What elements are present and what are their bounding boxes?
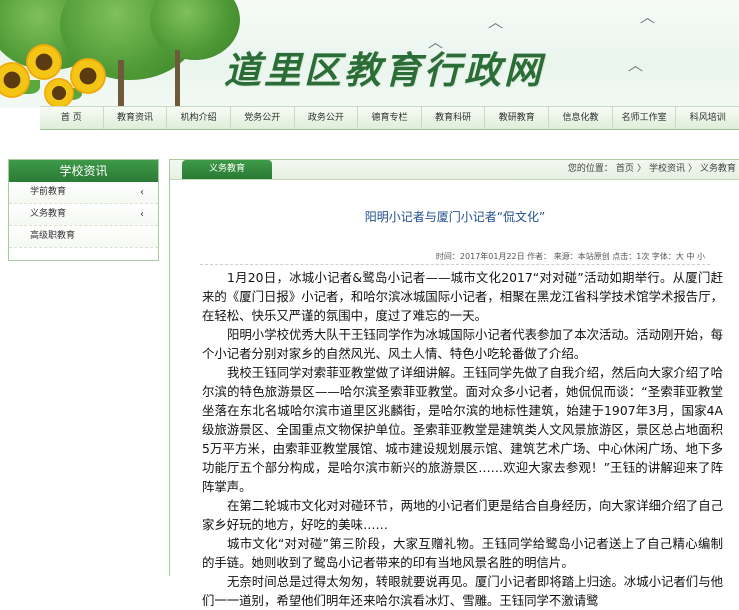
chevron-left-icon: ‹ — [140, 187, 144, 198]
nav-item-home[interactable]: 首 页 — [40, 107, 104, 129]
breadcrumb-section[interactable]: 学校资讯 — [649, 164, 685, 174]
article-title: 阳明小记者与厦门小记者“侃文化” — [364, 210, 546, 224]
breadcrumb-separator: 〉 — [687, 164, 697, 174]
nav-item-moral-education[interactable]: 德育专栏 — [358, 107, 422, 129]
article-paragraph: 阳明小学校优秀大队干王钰同学作为冰城国际小记者代表参加了本次活动。活动刚开始，每… — [202, 327, 723, 361]
article-paragraph: 无奈时间总是过得太匆匆，转眼就要说再见。厦门小记者即将踏上归途。冰城小记者们与他… — [202, 574, 723, 608]
nav-item-government-affairs[interactable]: 政务公开 — [295, 107, 359, 129]
breadcrumb-home[interactable]: 首页 — [616, 164, 634, 174]
breadcrumb-current[interactable]: 义务教育 — [700, 164, 736, 174]
banner-tree-trunk — [118, 60, 124, 108]
site-banner: ︿ ︿ ︿ ︿ 道里区教育行政网 — [0, 0, 739, 108]
content-header: 义务教育 您的位置： 首页〉学校资讯〉义务教育 — [170, 160, 739, 180]
sidebar-item-vocational[interactable]: 高级职教育 — [9, 226, 158, 248]
nav-item-master-teacher[interactable]: 名师工作室 — [613, 107, 677, 129]
sidebar-item-label: 学前教育 — [30, 187, 67, 197]
sidebar-item-preschool[interactable]: 学前教育 ‹ — [9, 182, 158, 204]
nav-item-teaching-research[interactable]: 教研教育 — [485, 107, 550, 129]
main-nav: 首 页 教育资讯 机构介绍 党务公开 政务公开 德育专栏 教育科研 教研教育 信… — [40, 106, 739, 130]
seagull-icon: ︿ — [640, 8, 656, 26]
article-paragraph: 我校王钰同学对索菲亚教堂做了详细讲解。王钰同学先做了自我介绍，然后向大家介绍了哈… — [202, 365, 723, 494]
article-meta: 时间：2017年01月22日 作者： 来源：本站原创 点击：1次 字体：大 中 … — [435, 252, 705, 261]
chevron-left-icon: ‹ — [140, 209, 144, 220]
main-content: 义务教育 您的位置： 首页〉学校资讯〉义务教育 阳明小记者与厦门小记者“侃文化” … — [169, 159, 739, 608]
breadcrumb: 您的位置： 首页〉学校资讯〉义务教育 — [565, 160, 736, 179]
nav-item-institutions[interactable]: 机构介绍 — [167, 107, 231, 129]
breadcrumb-prefix: 您的位置： — [567, 164, 613, 174]
sunflower-decoration — [44, 78, 74, 108]
sidebar: 学校资讯 学前教育 ‹ 义务教育 ‹ 高级职教育 — [8, 159, 159, 261]
banner-tree-trunk — [175, 50, 180, 108]
site-title: 道里区教育行政网 — [224, 48, 544, 92]
meta-divider — [200, 264, 710, 265]
sidebar-item-label: 高级职教育 — [30, 231, 76, 241]
sidebar-item-compulsory[interactable]: 义务教育 ‹ — [9, 204, 158, 226]
nav-item-education-news[interactable]: 教育资讯 — [104, 107, 168, 129]
breadcrumb-separator: 〉 — [636, 164, 646, 174]
sunflower-decoration — [26, 44, 62, 80]
nav-item-training[interactable]: 科风培训 — [676, 107, 739, 129]
tab-compulsory-education[interactable]: 义务教育 — [182, 160, 272, 179]
nav-item-informatization[interactable]: 信息化教 — [549, 107, 613, 129]
article-paragraph: 1月20日，冰城小记者&鹭岛小记者——城市文化2017“对对碰”活动如期举行。从… — [202, 270, 723, 323]
article-paragraph: 在第二轮城市文化对对碰环节，两地的小记者们更是结合自身经历，向大家详细介绍了自己… — [202, 498, 723, 532]
sunflower-decoration — [70, 58, 106, 94]
article-paragraph: 城市文化“对对碰”第三阶段，大家互赠礼物。王钰同学给鹭岛小记者送上了自己精心编制… — [202, 536, 723, 570]
seagull-icon: ︿ — [628, 56, 644, 74]
seagull-icon: ︿ — [488, 13, 504, 31]
article-body: 1月20日，冰城小记者&鹭岛小记者——城市文化2017“对对碰”活动如期举行。从… — [202, 268, 723, 610]
sidebar-title: 学校资讯 — [9, 160, 158, 182]
sidebar-item-label: 义务教育 — [30, 209, 67, 219]
nav-item-research[interactable]: 教育科研 — [422, 107, 486, 129]
nav-item-party-affairs[interactable]: 党务公开 — [231, 107, 295, 129]
